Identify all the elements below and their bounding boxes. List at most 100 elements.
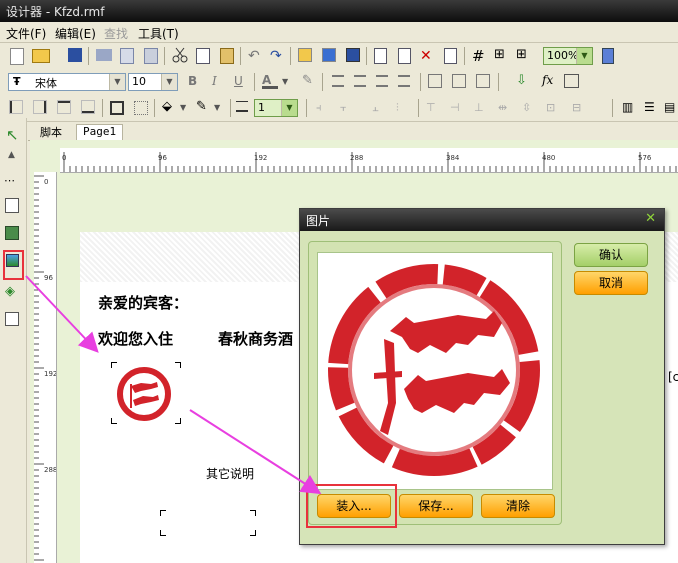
clear-button[interactable]: 清除 [481, 494, 555, 518]
same-width-icon[interactable]: ⇹ [498, 101, 514, 117]
font-name-select[interactable]: Ŧ 宋体 ▼ [8, 73, 126, 91]
frame-none-icon[interactable] [134, 101, 148, 115]
align-objects-center-icon[interactable]: ⫟ [340, 101, 356, 117]
print-preview-icon[interactable] [120, 48, 134, 64]
bar-chart-icon[interactable]: ▥ [622, 100, 638, 116]
empty-memo-object[interactable] [160, 510, 256, 536]
zoom-select[interactable]: 100% ▼ [543, 47, 593, 65]
grid-icon[interactable]: # [472, 47, 488, 65]
frame-right-icon[interactable] [33, 100, 47, 114]
chevron-down-icon[interactable]: ▼ [214, 103, 230, 119]
page-setup-icon[interactable] [144, 48, 158, 64]
window-titlebar: 设计器 - Kfzd.rmf [0, 0, 678, 22]
picture-tool-highlight [3, 250, 24, 280]
new-file-icon[interactable] [10, 48, 24, 65]
chevron-down-icon[interactable]: ▼ [180, 103, 196, 119]
align-grid-icon[interactable]: ⊞ [516, 47, 532, 63]
dialog-titlebar[interactable]: 图片 ✕ [300, 209, 664, 231]
toolbar-format: Ŧ 宋体 ▼ 10 ▼ B I U A ▼ ✎ ⇩ fx [0, 69, 678, 96]
load-button-highlight [306, 484, 397, 528]
send-back-icon[interactable] [322, 48, 336, 62]
shape-icon[interactable]: ◈ [5, 284, 21, 300]
valign-top-icon[interactable] [428, 74, 442, 88]
expression-icon[interactable] [564, 74, 579, 88]
insert-page-icon[interactable] [374, 48, 387, 64]
menu-tools[interactable]: 工具(T) [138, 25, 179, 42]
frame-left-icon[interactable] [9, 100, 23, 114]
redo-icon[interactable]: ↷ [270, 48, 286, 64]
memo-icon[interactable] [5, 198, 19, 213]
undo-icon[interactable]: ↶ [248, 48, 264, 64]
line-style-icon[interactable] [236, 101, 248, 112]
font-color-icon[interactable]: A [262, 73, 278, 89]
function-icon[interactable]: fx [542, 73, 558, 89]
menu-file[interactable]: 文件(F) [6, 25, 46, 42]
object-toolbar: ↖ ▲ ⋯ ◈ [0, 118, 27, 563]
align-right-icon[interactable] [376, 75, 388, 87]
chevron-down-icon: ▼ [161, 74, 177, 90]
field-text-partial[interactable]: [c [668, 370, 678, 384]
subreport-icon[interactable] [5, 312, 19, 326]
table-icon[interactable]: ▤ [664, 100, 678, 116]
delete-page-icon[interactable]: ✕ [420, 48, 436, 64]
align-middle-icon[interactable]: ⊣ [450, 101, 466, 117]
save-button[interactable]: 保存... [399, 494, 473, 518]
align-objects-left-icon[interactable]: ⫞ [316, 101, 332, 117]
line-width-select[interactable]: 1 ▼ [254, 99, 298, 117]
confirm-button[interactable]: 确认 [574, 243, 648, 267]
distribute-icon[interactable]: ⫶ [396, 101, 412, 117]
valign-middle-icon[interactable] [452, 74, 466, 88]
page-properties-icon[interactable] [398, 48, 411, 64]
fill-color-icon[interactable]: ⬙ [162, 99, 178, 115]
seal-picture-object[interactable] [111, 362, 181, 424]
bold-icon[interactable]: B [188, 74, 204, 90]
bring-front-icon[interactable] [298, 48, 312, 62]
frame-bottom-icon[interactable] [81, 100, 95, 114]
insert-field-icon[interactable]: ⇩ [516, 73, 532, 89]
tab-page1[interactable]: Page1 [76, 124, 124, 140]
exit-icon[interactable] [602, 48, 614, 64]
chevron-up-icon[interactable]: ▲ [8, 150, 24, 166]
line-color-icon[interactable]: ✎ [196, 99, 212, 115]
menu-edit[interactable]: 编辑(E) [55, 25, 96, 42]
underline-icon[interactable]: U [234, 74, 250, 90]
open-folder-icon[interactable] [32, 49, 50, 63]
align-top-icon[interactable]: ⊤ [426, 101, 442, 117]
frame-top-icon[interactable] [57, 100, 71, 114]
calc-icon[interactable] [5, 226, 19, 240]
align-objects-right-icon[interactable]: ⫠ [372, 101, 388, 117]
cancel-button[interactable]: 取消 [574, 271, 648, 295]
band-icon[interactable]: ⋯ [4, 174, 20, 190]
align-bottom-icon[interactable]: ⊥ [474, 101, 490, 117]
italic-icon[interactable]: I [212, 74, 228, 90]
list-icon[interactable]: ☰ [644, 100, 660, 116]
group-icon[interactable] [346, 48, 360, 62]
justify-icon[interactable] [398, 75, 410, 87]
paste-icon[interactable] [220, 48, 234, 64]
close-icon[interactable]: ✕ [645, 211, 656, 226]
other-note-text[interactable]: 其它说明 [206, 465, 254, 482]
toolbar-main: ↶ ↷ ✕ # ⊞ ⊞ 100% ▼ [0, 43, 678, 70]
hotel-name-text[interactable]: 春秋商务酒 [218, 328, 293, 349]
menu-find[interactable]: 查找 [104, 25, 128, 42]
snap-grid-icon[interactable]: ⊞ [494, 47, 510, 63]
chevron-down-icon[interactable]: ▼ [282, 77, 298, 93]
same-size-icon[interactable]: ⊡ [546, 101, 562, 117]
welcome-text[interactable]: 欢迎您入住 [98, 328, 173, 349]
valign-bottom-icon[interactable] [476, 74, 490, 88]
pointer-icon[interactable]: ↖ [6, 126, 22, 144]
frame-all-icon[interactable] [110, 101, 124, 115]
print-icon[interactable] [96, 49, 112, 61]
save-icon[interactable] [68, 48, 82, 62]
cut-icon[interactable] [172, 47, 188, 63]
copy-icon[interactable] [196, 48, 210, 64]
tab-script[interactable]: 脚本 [34, 124, 68, 139]
blank-page-icon[interactable] [444, 48, 457, 64]
same-height-icon[interactable]: ⇳ [522, 101, 538, 117]
align-left-icon[interactable] [332, 75, 344, 87]
center-horizontal-icon[interactable]: ⊟ [572, 101, 588, 117]
highlight-icon[interactable]: ✎ [302, 73, 318, 89]
align-center-icon[interactable] [354, 75, 366, 87]
font-size-select[interactable]: 10 ▼ [128, 73, 178, 91]
greeting-text[interactable]: 亲爱的宾客： [98, 292, 188, 313]
